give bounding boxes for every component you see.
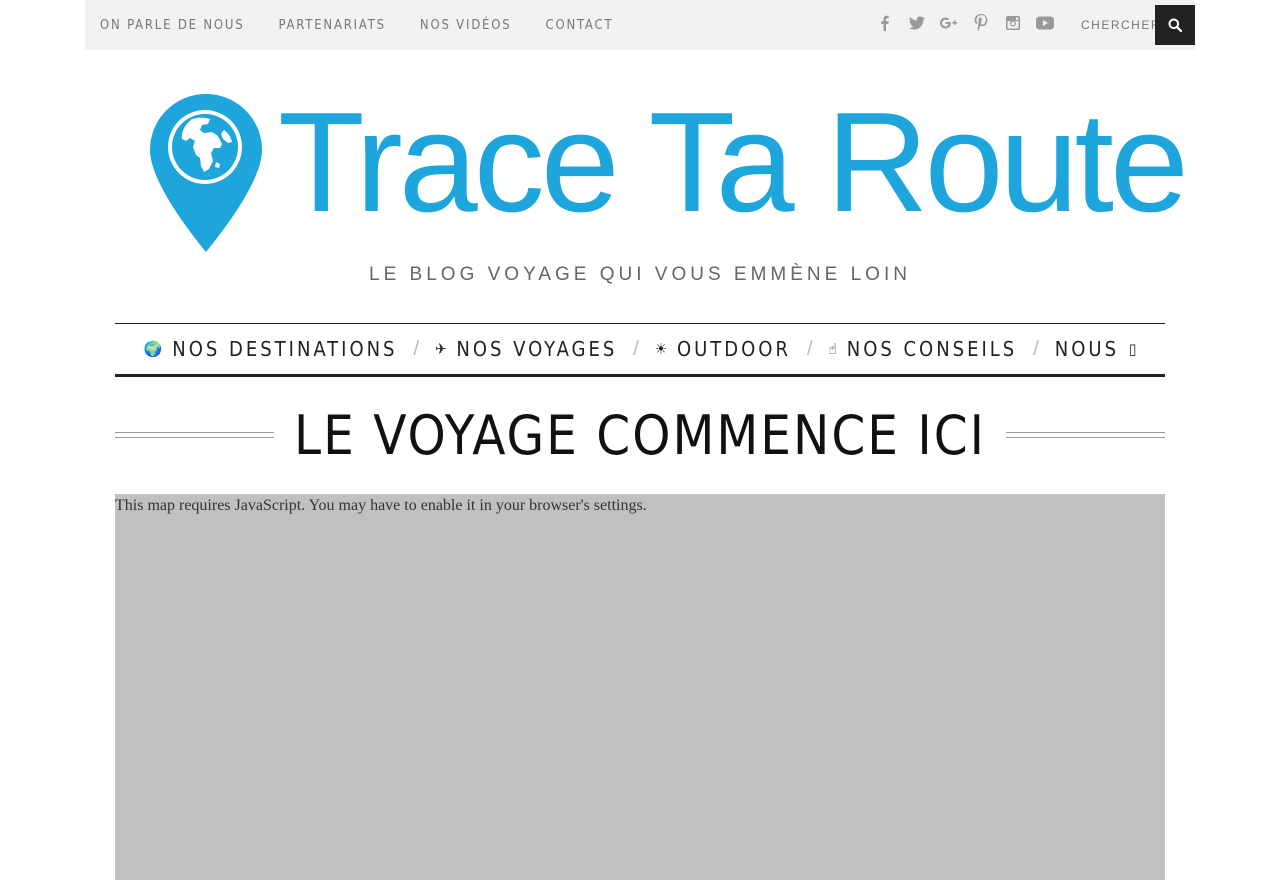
- youtube-icon[interactable]: [1029, 16, 1061, 35]
- nav-separator: /: [806, 337, 813, 360]
- dropdown-icon: ▯: [1129, 340, 1137, 358]
- nav-item-destinations[interactable]: 🌍 NOS DESTINATIONS: [144, 337, 398, 361]
- google-plus-icon[interactable]: [933, 15, 965, 36]
- nav-separator: /: [633, 337, 639, 360]
- top-link-press[interactable]: ON PARLE DE NOUS: [100, 18, 244, 33]
- section-heading: LE VOYAGE COMMENCE ICI: [115, 400, 1165, 470]
- site-logo[interactable]: Trace Ta Route: [150, 88, 1189, 254]
- site-title: Trace Ta Route: [278, 83, 1189, 242]
- globe-icon: 🌍: [143, 340, 163, 358]
- nav-item-conseils[interactable]: ☝ NOS CONSEILS: [829, 337, 1018, 361]
- nav-item-nous[interactable]: NOUS ▯: [1055, 337, 1137, 361]
- search-input[interactable]: CHERCHER: [1081, 0, 1161, 50]
- nav-separator: /: [413, 337, 420, 360]
- nav-separator: /: [1033, 337, 1039, 360]
- site-tagline: LE BLOG VOYAGE QUI VOUS EMMÈNE LOIN: [369, 264, 911, 285]
- heading-divider-right: [1005, 432, 1165, 438]
- nav-item-outdoor[interactable]: ☀ OUTDOOR: [655, 337, 791, 361]
- sun-icon: ☀: [654, 340, 667, 358]
- airplane-icon: ✈: [435, 340, 447, 358]
- nav-item-label: NOS DESTINATIONS: [172, 337, 398, 361]
- pinterest-icon[interactable]: [965, 14, 997, 36]
- search-button[interactable]: [1155, 5, 1195, 45]
- page-title: LE VOYAGE COMMENCE ICI: [294, 403, 986, 467]
- map-javascript-notice: This map requires JavaScript. You may ha…: [115, 497, 647, 514]
- nav-item-label: NOS VOYAGES: [456, 337, 618, 361]
- pointing-hand-icon: ☝: [828, 340, 837, 358]
- nav-item-label: NOUS: [1054, 337, 1119, 361]
- nav-item-label: NOS CONSEILS: [846, 337, 1018, 361]
- top-bar: ON PARLE DE NOUS PARTENARIATS NOS VIDÉOS…: [85, 0, 1195, 50]
- main-nav: 🌍 NOS DESTINATIONS / ✈ NOS VOYAGES / ☀ O…: [115, 323, 1165, 377]
- nav-item-voyages[interactable]: ✈ NOS VOYAGES: [435, 337, 617, 361]
- top-link-contact[interactable]: CONTACT: [545, 18, 613, 33]
- map-container[interactable]: This map requires JavaScript. You may ha…: [115, 494, 1165, 880]
- nav-item-label: OUTDOOR: [676, 337, 791, 361]
- search-icon: [1168, 18, 1182, 32]
- social-links: [869, 0, 1061, 50]
- twitter-icon[interactable]: [901, 15, 933, 36]
- map-pin-globe-icon: [150, 94, 262, 252]
- top-link-videos[interactable]: NOS VIDÉOS: [420, 18, 512, 33]
- top-nav: ON PARLE DE NOUS PARTENARIATS NOS VIDÉOS…: [100, 0, 647, 50]
- heading-divider-left: [115, 432, 275, 438]
- instagram-icon[interactable]: [997, 15, 1029, 36]
- top-link-partnerships[interactable]: PARTENARIATS: [278, 18, 385, 33]
- facebook-icon[interactable]: [869, 15, 901, 36]
